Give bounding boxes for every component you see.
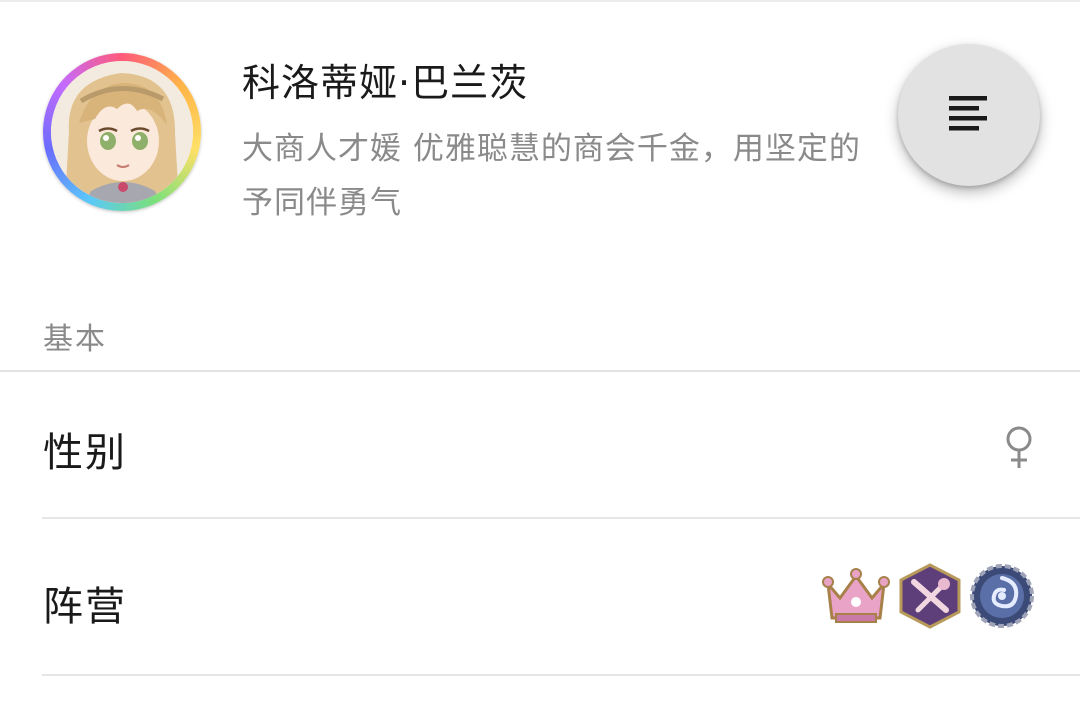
- character-detail-page: 科洛蒂娅·巴兰茨 大商人才媛 优雅聪慧的商会千金，用坚定的 予同伴勇气 基本 性…: [0, 0, 1080, 720]
- description-line-1: 大商人才媛 优雅聪慧的商会千金，用坚定的: [242, 131, 861, 167]
- description-line-2: 予同伴勇气: [242, 185, 402, 221]
- row-divider: [42, 674, 1080, 676]
- row-label-gender: 性别: [43, 430, 127, 476]
- crossed-tools-faction-icon: [899, 563, 961, 629]
- crown-faction-icon: [822, 568, 890, 623]
- row-label-faction: 阵营: [43, 584, 127, 630]
- vortex-gear-faction-icon: [970, 564, 1034, 628]
- character-portrait-icon: [51, 61, 193, 203]
- section-label-basic: 基本: [43, 322, 107, 357]
- row-gender: [0, 372, 1080, 518]
- character-name: 科洛蒂娅·巴兰茨: [242, 61, 529, 105]
- menu-icon: [949, 96, 987, 131]
- menu-fab-button[interactable]: [898, 44, 1040, 186]
- female-symbol-icon: [1006, 426, 1032, 468]
- character-avatar: [43, 53, 201, 211]
- character-description: 大商人才媛 优雅聪慧的商会千金，用坚定的 予同伴勇气: [242, 122, 962, 230]
- top-divider: [0, 0, 1080, 2]
